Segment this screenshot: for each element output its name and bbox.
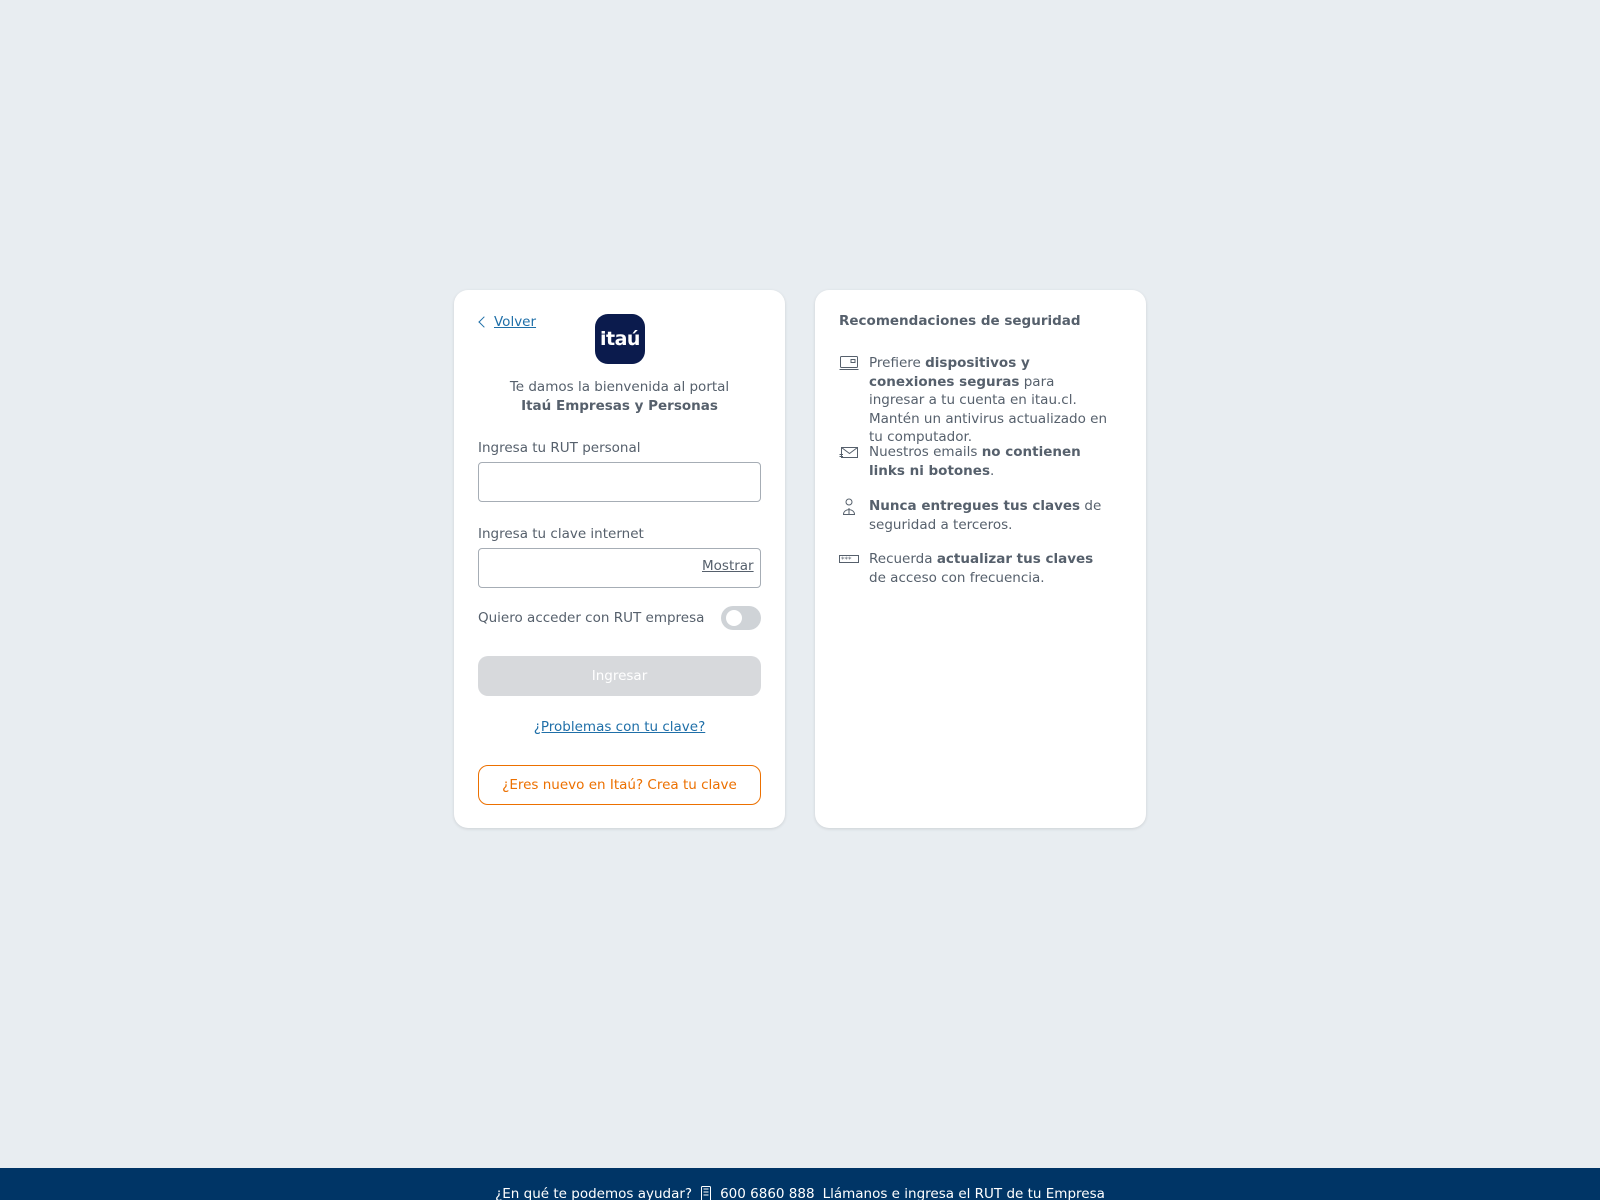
- laptop-icon: [839, 354, 861, 372]
- tip-bold: actualizar tus claves: [936, 551, 1094, 567]
- phone-icon: [700, 1186, 712, 1200]
- back-label: Volver: [494, 314, 537, 330]
- help-footer: ¿En qué te podemos ayudar? 600 6860 888 …: [0, 1168, 1600, 1200]
- person-icon: [839, 497, 861, 515]
- password-label: Ingresa tu clave internet: [478, 526, 644, 542]
- svg-text:***: ***: [841, 556, 852, 564]
- envelope-icon: [839, 443, 861, 461]
- password-icon: ***: [839, 550, 861, 568]
- create-password-button[interactable]: ¿Eres nuevo en Itaú? Crea tu clave: [478, 765, 761, 805]
- welcome-line-1: Te damos la bienvenida al portal: [509, 379, 730, 395]
- chevron-left-icon: [478, 316, 490, 328]
- footer-instruction: Llámanos e ingresa el RUT de tu Empresa: [822, 1186, 1105, 1200]
- itau-logo: itaú: [595, 314, 645, 364]
- tip-text: .: [990, 462, 995, 479]
- toggle-knob: [726, 610, 742, 626]
- logo-text: itaú: [600, 328, 640, 350]
- tip-bold: Nunca entregues tus claves: [869, 498, 1081, 514]
- show-password-button[interactable]: Mostrar: [702, 558, 754, 574]
- company-toggle[interactable]: [721, 606, 761, 630]
- tip-text: Nuestros emails: [869, 444, 982, 460]
- submit-button[interactable]: Ingresar: [478, 656, 761, 696]
- tip-text: Prefiere: [869, 355, 926, 371]
- tip-text: de acceso con frecuencia.: [869, 569, 1045, 586]
- welcome-message: Te damos la bienvenida al portal Itaú Em…: [454, 378, 785, 416]
- tip-text: Recuerda: [869, 551, 937, 567]
- back-link[interactable]: Volver: [478, 314, 537, 330]
- rut-input[interactable]: [478, 462, 761, 502]
- security-title: Recomendaciones de seguridad: [839, 313, 1081, 329]
- password-problems-link[interactable]: ¿Problemas con tu clave?: [454, 719, 785, 735]
- page: Volver itaú Te damos la bienvenida al po…: [0, 0, 1600, 1200]
- welcome-line-2: Itaú Empresas y Personas: [521, 398, 718, 414]
- footer-phone[interactable]: 600 6860 888: [720, 1186, 814, 1200]
- footer-help-text: ¿En qué te podemos ayudar?: [495, 1186, 693, 1200]
- security-card: Recomendaciones de seguridad Prefiere di…: [815, 290, 1146, 828]
- rut-label: Ingresa tu RUT personal: [478, 440, 641, 456]
